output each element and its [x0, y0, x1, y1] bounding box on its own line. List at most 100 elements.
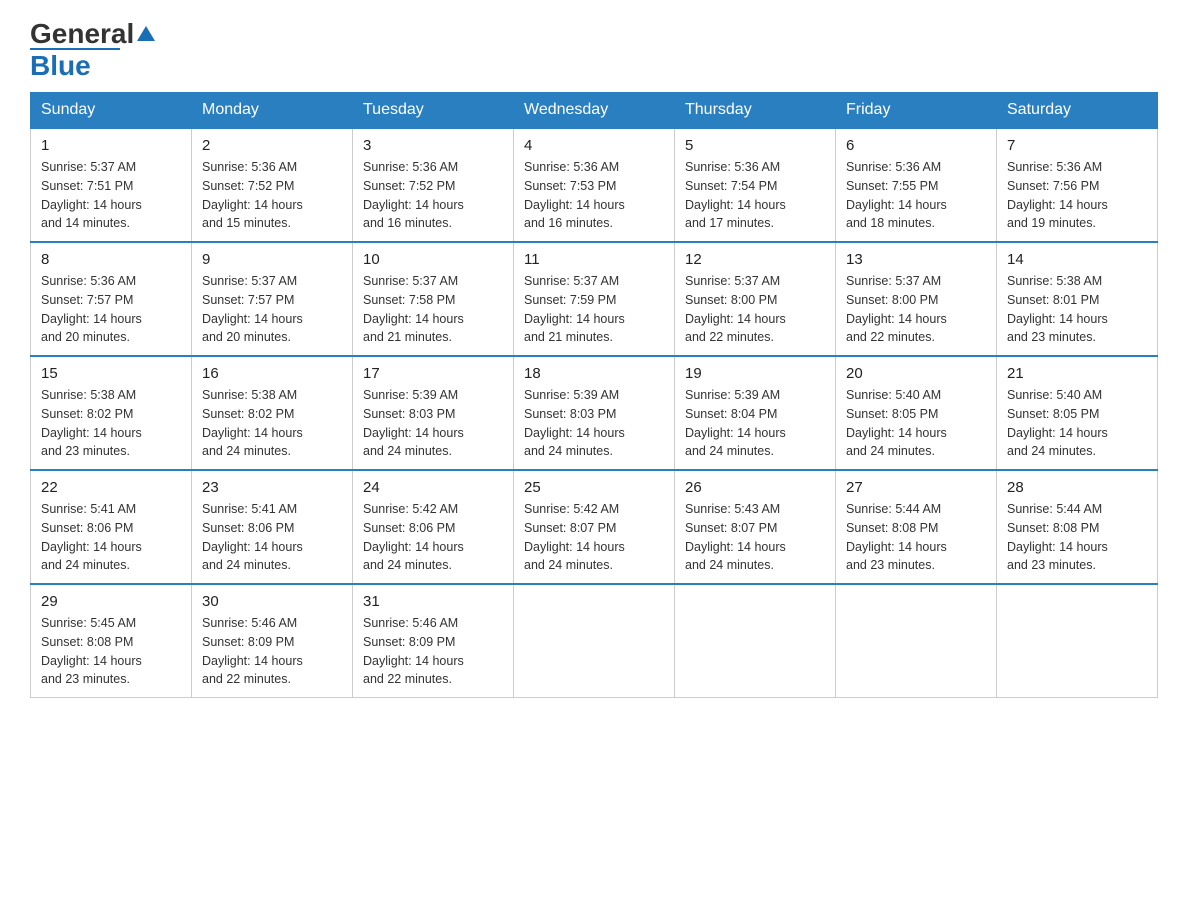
calendar-week-row: 1 Sunrise: 5:37 AM Sunset: 7:51 PM Dayli… [31, 128, 1158, 242]
day-info: Sunrise: 5:39 AM Sunset: 8:03 PM Dayligh… [524, 386, 664, 461]
calendar-cell: 9 Sunrise: 5:37 AM Sunset: 7:57 PM Dayli… [192, 242, 353, 356]
day-of-week-header: Friday [836, 93, 997, 129]
day-info: Sunrise: 5:40 AM Sunset: 8:05 PM Dayligh… [846, 386, 986, 461]
day-number: 28 [1007, 479, 1147, 496]
day-number: 1 [41, 137, 181, 154]
calendar-header-row: SundayMondayTuesdayWednesdayThursdayFrid… [31, 93, 1158, 129]
day-number: 18 [524, 365, 664, 382]
day-info: Sunrise: 5:37 AM Sunset: 7:57 PM Dayligh… [202, 272, 342, 347]
calendar-cell: 30 Sunrise: 5:46 AM Sunset: 8:09 PM Dayl… [192, 584, 353, 698]
calendar-cell: 12 Sunrise: 5:37 AM Sunset: 8:00 PM Dayl… [675, 242, 836, 356]
day-info: Sunrise: 5:37 AM Sunset: 8:00 PM Dayligh… [846, 272, 986, 347]
day-number: 2 [202, 137, 342, 154]
day-number: 26 [685, 479, 825, 496]
calendar-cell: 25 Sunrise: 5:42 AM Sunset: 8:07 PM Dayl… [514, 470, 675, 584]
calendar-week-row: 29 Sunrise: 5:45 AM Sunset: 8:08 PM Dayl… [31, 584, 1158, 698]
day-info: Sunrise: 5:37 AM Sunset: 7:59 PM Dayligh… [524, 272, 664, 347]
day-info: Sunrise: 5:36 AM Sunset: 7:53 PM Dayligh… [524, 158, 664, 233]
day-of-week-header: Sunday [31, 93, 192, 129]
day-of-week-header: Thursday [675, 93, 836, 129]
calendar-cell: 15 Sunrise: 5:38 AM Sunset: 8:02 PM Dayl… [31, 356, 192, 470]
day-number: 9 [202, 251, 342, 268]
day-info: Sunrise: 5:37 AM Sunset: 7:51 PM Dayligh… [41, 158, 181, 233]
calendar-table: SundayMondayTuesdayWednesdayThursdayFrid… [30, 92, 1158, 698]
day-number: 21 [1007, 365, 1147, 382]
day-number: 22 [41, 479, 181, 496]
day-info: Sunrise: 5:36 AM Sunset: 7:52 PM Dayligh… [202, 158, 342, 233]
calendar-cell: 24 Sunrise: 5:42 AM Sunset: 8:06 PM Dayl… [353, 470, 514, 584]
calendar-cell: 23 Sunrise: 5:41 AM Sunset: 8:06 PM Dayl… [192, 470, 353, 584]
day-number: 4 [524, 137, 664, 154]
logo-blue: Blue [30, 50, 91, 81]
day-of-week-header: Saturday [997, 93, 1158, 129]
day-info: Sunrise: 5:38 AM Sunset: 8:01 PM Dayligh… [1007, 272, 1147, 347]
calendar-cell: 20 Sunrise: 5:40 AM Sunset: 8:05 PM Dayl… [836, 356, 997, 470]
day-number: 5 [685, 137, 825, 154]
day-number: 27 [846, 479, 986, 496]
day-info: Sunrise: 5:46 AM Sunset: 8:09 PM Dayligh… [202, 614, 342, 689]
calendar-cell: 17 Sunrise: 5:39 AM Sunset: 8:03 PM Dayl… [353, 356, 514, 470]
day-info: Sunrise: 5:39 AM Sunset: 8:03 PM Dayligh… [363, 386, 503, 461]
day-number: 24 [363, 479, 503, 496]
calendar-cell: 27 Sunrise: 5:44 AM Sunset: 8:08 PM Dayl… [836, 470, 997, 584]
day-info: Sunrise: 5:44 AM Sunset: 8:08 PM Dayligh… [1007, 500, 1147, 575]
day-info: Sunrise: 5:43 AM Sunset: 8:07 PM Dayligh… [685, 500, 825, 575]
calendar-cell: 11 Sunrise: 5:37 AM Sunset: 7:59 PM Dayl… [514, 242, 675, 356]
calendar-cell: 2 Sunrise: 5:36 AM Sunset: 7:52 PM Dayli… [192, 128, 353, 242]
calendar-cell: 6 Sunrise: 5:36 AM Sunset: 7:55 PM Dayli… [836, 128, 997, 242]
day-info: Sunrise: 5:36 AM Sunset: 7:52 PM Dayligh… [363, 158, 503, 233]
calendar-cell: 26 Sunrise: 5:43 AM Sunset: 8:07 PM Dayl… [675, 470, 836, 584]
calendar-cell: 31 Sunrise: 5:46 AM Sunset: 8:09 PM Dayl… [353, 584, 514, 698]
calendar-cell: 28 Sunrise: 5:44 AM Sunset: 8:08 PM Dayl… [997, 470, 1158, 584]
day-info: Sunrise: 5:41 AM Sunset: 8:06 PM Dayligh… [41, 500, 181, 575]
day-number: 31 [363, 593, 503, 610]
calendar-cell: 13 Sunrise: 5:37 AM Sunset: 8:00 PM Dayl… [836, 242, 997, 356]
calendar-cell: 16 Sunrise: 5:38 AM Sunset: 8:02 PM Dayl… [192, 356, 353, 470]
calendar-cell [675, 584, 836, 698]
day-number: 15 [41, 365, 181, 382]
calendar-cell [997, 584, 1158, 698]
day-number: 7 [1007, 137, 1147, 154]
day-info: Sunrise: 5:39 AM Sunset: 8:04 PM Dayligh… [685, 386, 825, 461]
day-number: 3 [363, 137, 503, 154]
day-number: 25 [524, 479, 664, 496]
calendar-cell: 14 Sunrise: 5:38 AM Sunset: 8:01 PM Dayl… [997, 242, 1158, 356]
day-info: Sunrise: 5:37 AM Sunset: 7:58 PM Dayligh… [363, 272, 503, 347]
day-number: 20 [846, 365, 986, 382]
page-header: General Blue [30, 20, 1158, 82]
day-of-week-header: Tuesday [353, 93, 514, 129]
day-of-week-header: Wednesday [514, 93, 675, 129]
day-info: Sunrise: 5:38 AM Sunset: 8:02 PM Dayligh… [41, 386, 181, 461]
day-info: Sunrise: 5:36 AM Sunset: 7:56 PM Dayligh… [1007, 158, 1147, 233]
calendar-cell: 29 Sunrise: 5:45 AM Sunset: 8:08 PM Dayl… [31, 584, 192, 698]
day-number: 11 [524, 251, 664, 268]
calendar-cell [514, 584, 675, 698]
calendar-cell: 7 Sunrise: 5:36 AM Sunset: 7:56 PM Dayli… [997, 128, 1158, 242]
calendar-cell: 3 Sunrise: 5:36 AM Sunset: 7:52 PM Dayli… [353, 128, 514, 242]
day-info: Sunrise: 5:45 AM Sunset: 8:08 PM Dayligh… [41, 614, 181, 689]
day-number: 30 [202, 593, 342, 610]
calendar-cell [836, 584, 997, 698]
calendar-week-row: 22 Sunrise: 5:41 AM Sunset: 8:06 PM Dayl… [31, 470, 1158, 584]
day-info: Sunrise: 5:37 AM Sunset: 8:00 PM Dayligh… [685, 272, 825, 347]
day-number: 19 [685, 365, 825, 382]
day-number: 12 [685, 251, 825, 268]
day-info: Sunrise: 5:40 AM Sunset: 8:05 PM Dayligh… [1007, 386, 1147, 461]
day-info: Sunrise: 5:36 AM Sunset: 7:54 PM Dayligh… [685, 158, 825, 233]
calendar-week-row: 15 Sunrise: 5:38 AM Sunset: 8:02 PM Dayl… [31, 356, 1158, 470]
day-number: 14 [1007, 251, 1147, 268]
day-info: Sunrise: 5:42 AM Sunset: 8:07 PM Dayligh… [524, 500, 664, 575]
logo-text: General [30, 20, 155, 48]
logo: General Blue [30, 20, 155, 82]
day-info: Sunrise: 5:36 AM Sunset: 7:55 PM Dayligh… [846, 158, 986, 233]
calendar-cell: 10 Sunrise: 5:37 AM Sunset: 7:58 PM Dayl… [353, 242, 514, 356]
day-info: Sunrise: 5:38 AM Sunset: 8:02 PM Dayligh… [202, 386, 342, 461]
calendar-week-row: 8 Sunrise: 5:36 AM Sunset: 7:57 PM Dayli… [31, 242, 1158, 356]
day-info: Sunrise: 5:41 AM Sunset: 8:06 PM Dayligh… [202, 500, 342, 575]
calendar-cell: 19 Sunrise: 5:39 AM Sunset: 8:04 PM Dayl… [675, 356, 836, 470]
day-info: Sunrise: 5:42 AM Sunset: 8:06 PM Dayligh… [363, 500, 503, 575]
day-info: Sunrise: 5:46 AM Sunset: 8:09 PM Dayligh… [363, 614, 503, 689]
day-number: 13 [846, 251, 986, 268]
calendar-cell: 8 Sunrise: 5:36 AM Sunset: 7:57 PM Dayli… [31, 242, 192, 356]
day-number: 16 [202, 365, 342, 382]
